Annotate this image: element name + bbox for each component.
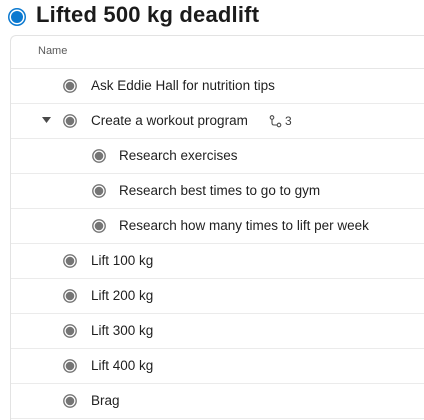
column-header-name[interactable]: Name bbox=[38, 45, 67, 57]
task-status-circle-icon[interactable] bbox=[63, 289, 77, 303]
task-table: Name Ask Eddie Hall for nutrition tips C… bbox=[10, 35, 424, 420]
task-label[interactable]: Lift 300 kg bbox=[91, 323, 153, 338]
subtask-icon bbox=[269, 114, 282, 128]
task-label[interactable]: Lift 400 kg bbox=[91, 358, 153, 373]
goal-status-icon[interactable] bbox=[11, 11, 23, 23]
task-label[interactable]: Research best times to go to gym bbox=[119, 183, 320, 198]
task-label[interactable]: Research exercises bbox=[119, 148, 238, 163]
task-row[interactable]: Lift 300 kg bbox=[11, 314, 424, 349]
task-row[interactable]: Create a workout program 3 bbox=[11, 104, 424, 139]
column-header: Name bbox=[11, 36, 424, 69]
task-row[interactable]: Ask Eddie Hall for nutrition tips bbox=[11, 69, 424, 104]
subtask-row[interactable]: Research how many times to lift per week bbox=[11, 209, 424, 244]
task-label[interactable]: Create a workout program bbox=[91, 113, 248, 128]
task-status-circle-icon[interactable] bbox=[63, 254, 77, 268]
task-status-circle-icon[interactable] bbox=[63, 114, 77, 128]
task-status-circle-icon[interactable] bbox=[92, 219, 106, 233]
chevron-down-icon[interactable] bbox=[41, 115, 51, 125]
subtask-count-badge[interactable]: 3 bbox=[269, 114, 292, 128]
task-label[interactable]: Lift 200 kg bbox=[91, 288, 153, 303]
subtask-count-value: 3 bbox=[285, 114, 292, 128]
task-row[interactable]: Brag bbox=[11, 384, 424, 419]
page-title: Lifted 500 kg deadlift bbox=[36, 2, 260, 27]
task-label[interactable]: Ask Eddie Hall for nutrition tips bbox=[91, 78, 275, 93]
task-status-circle-icon[interactable] bbox=[63, 79, 77, 93]
task-row[interactable]: Lift 100 kg bbox=[11, 244, 424, 279]
subtask-row[interactable]: Research best times to go to gym bbox=[11, 174, 424, 209]
page-header: Lifted 500 kg deadlift bbox=[0, 0, 424, 34]
task-status-circle-icon[interactable] bbox=[92, 149, 106, 163]
subtask-row[interactable]: Research exercises bbox=[11, 139, 424, 174]
task-status-circle-icon[interactable] bbox=[63, 359, 77, 373]
task-row[interactable]: Lift 400 kg bbox=[11, 349, 424, 384]
task-label[interactable]: Lift 100 kg bbox=[91, 253, 153, 268]
task-status-circle-icon[interactable] bbox=[92, 184, 106, 198]
task-status-circle-icon[interactable] bbox=[63, 394, 77, 408]
task-status-circle-icon[interactable] bbox=[63, 324, 77, 338]
task-label[interactable]: Brag bbox=[91, 393, 120, 408]
task-label[interactable]: Research how many times to lift per week bbox=[119, 218, 369, 233]
task-row[interactable]: Lift 200 kg bbox=[11, 279, 424, 314]
task-page: Lifted 500 kg deadlift Name Ask Eddie Ha… bbox=[0, 0, 424, 420]
